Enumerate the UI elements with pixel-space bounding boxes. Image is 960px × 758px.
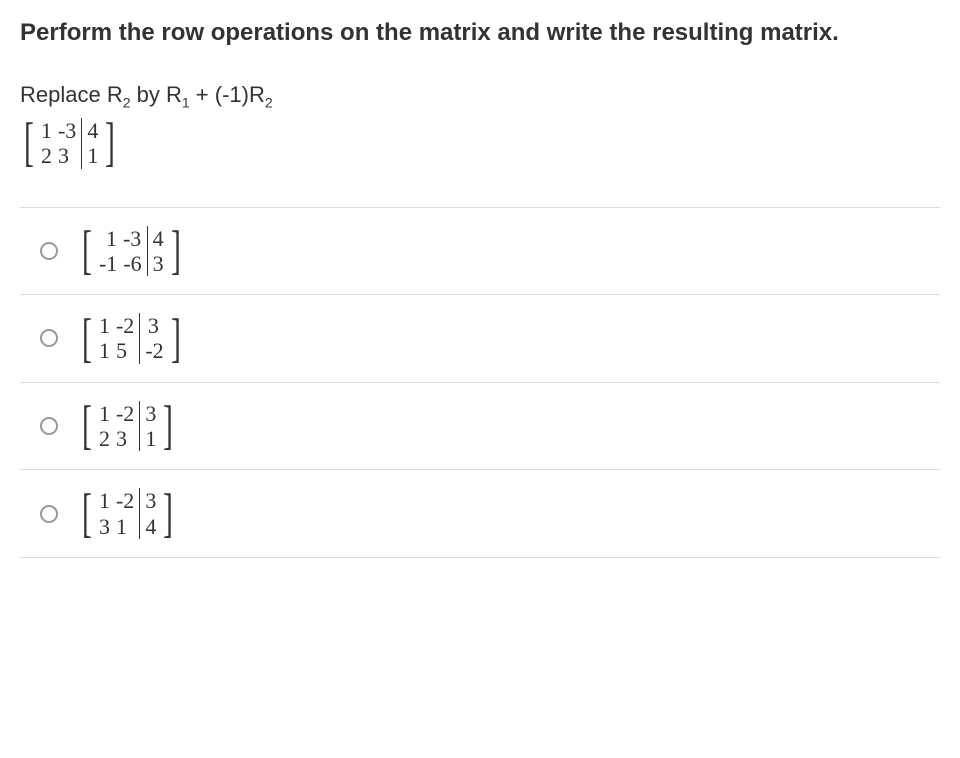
- option-2-matrix: [ 1 -2 1 5 3 -2: [78, 313, 185, 364]
- bracket-right: ]: [105, 120, 115, 166]
- o2-r2c1: 1: [96, 338, 113, 363]
- bracket-left: [: [24, 120, 34, 166]
- option-4-matrix: [ 1 -2 3 1 3 4: [78, 488, 177, 539]
- m-r2aug: 1: [84, 143, 101, 168]
- m-r2c1: 2: [38, 143, 55, 168]
- o4-r1c1: 1: [96, 488, 113, 513]
- m-r1c2: -3: [55, 118, 79, 143]
- options-list: [ 1 -3 -1 -6 4 3: [20, 207, 940, 558]
- bracket-right: ]: [171, 316, 181, 362]
- m-r1aug: 4: [84, 118, 101, 143]
- bracket-left: [: [82, 228, 92, 274]
- option-1: [ 1 -3 -1 -6 4 3: [20, 207, 940, 295]
- o1-r1c1: 1: [96, 226, 120, 251]
- o2-r1c2: -2: [113, 313, 137, 338]
- bracket-left: [: [82, 316, 92, 362]
- option-1-matrix: [ 1 -3 -1 -6 4 3: [78, 226, 185, 277]
- o1-r1c2: -3: [120, 226, 144, 251]
- o3-r2c1: 2: [96, 426, 113, 451]
- option-3-matrix: [ 1 -2 2 3 3 1: [78, 401, 177, 452]
- o2-r2aug: -2: [142, 338, 166, 363]
- o3-r2aug: 1: [142, 426, 159, 451]
- o4-r2c2: 1: [113, 514, 130, 539]
- instr-mid1: by R: [131, 82, 182, 107]
- o3-r1c2: -2: [113, 401, 137, 426]
- o3-r1aug: 3: [142, 401, 159, 426]
- o3-r1c1: 1: [96, 401, 113, 426]
- m-r1c1: 1: [38, 118, 55, 143]
- o3-r2c2: 3: [113, 426, 130, 451]
- bracket-left: [: [82, 491, 92, 537]
- o1-r1aug: 4: [150, 226, 167, 251]
- o1-r2aug: 3: [150, 251, 167, 276]
- option-3: [ 1 -2 2 3 3 1: [20, 382, 940, 470]
- o4-r1c2: -2: [113, 488, 137, 513]
- m-r2c2: 3: [55, 143, 72, 168]
- bracket-right: ]: [171, 228, 181, 274]
- o1-r2c2: -6: [120, 251, 144, 276]
- bracket-left: [: [82, 403, 92, 449]
- instr-mid2: + (-1)R: [190, 82, 265, 107]
- o1-r2c1: -1: [96, 251, 120, 276]
- bracket-right: ]: [163, 403, 173, 449]
- given-matrix: [ 1 -3 2 3 4 1 ]: [20, 118, 119, 169]
- o4-r1aug: 3: [142, 488, 159, 513]
- radio-option-4[interactable]: [40, 505, 58, 523]
- o4-r2aug: 4: [142, 514, 159, 539]
- instr-sub3: 2: [265, 94, 273, 110]
- radio-option-1[interactable]: [40, 242, 58, 260]
- radio-option-3[interactable]: [40, 417, 58, 435]
- o2-r2c2: 5: [113, 338, 130, 363]
- option-2: [ 1 -2 1 5 3 -2: [20, 294, 940, 382]
- o2-r1c1: 1: [96, 313, 113, 338]
- instr-pre: Replace R: [20, 82, 123, 107]
- bracket-right: ]: [163, 491, 173, 537]
- o2-r1aug: 3: [142, 313, 164, 338]
- o4-r2c1: 3: [96, 514, 113, 539]
- instruction-text: Replace R2 by R1 + (-1)R2: [20, 82, 940, 110]
- instr-sub1: 2: [123, 94, 131, 110]
- question-title: Perform the row operations on the matrix…: [20, 16, 940, 50]
- instr-sub2: 1: [182, 94, 190, 110]
- option-4: [ 1 -2 3 1 3 4: [20, 469, 940, 558]
- radio-option-2[interactable]: [40, 329, 58, 347]
